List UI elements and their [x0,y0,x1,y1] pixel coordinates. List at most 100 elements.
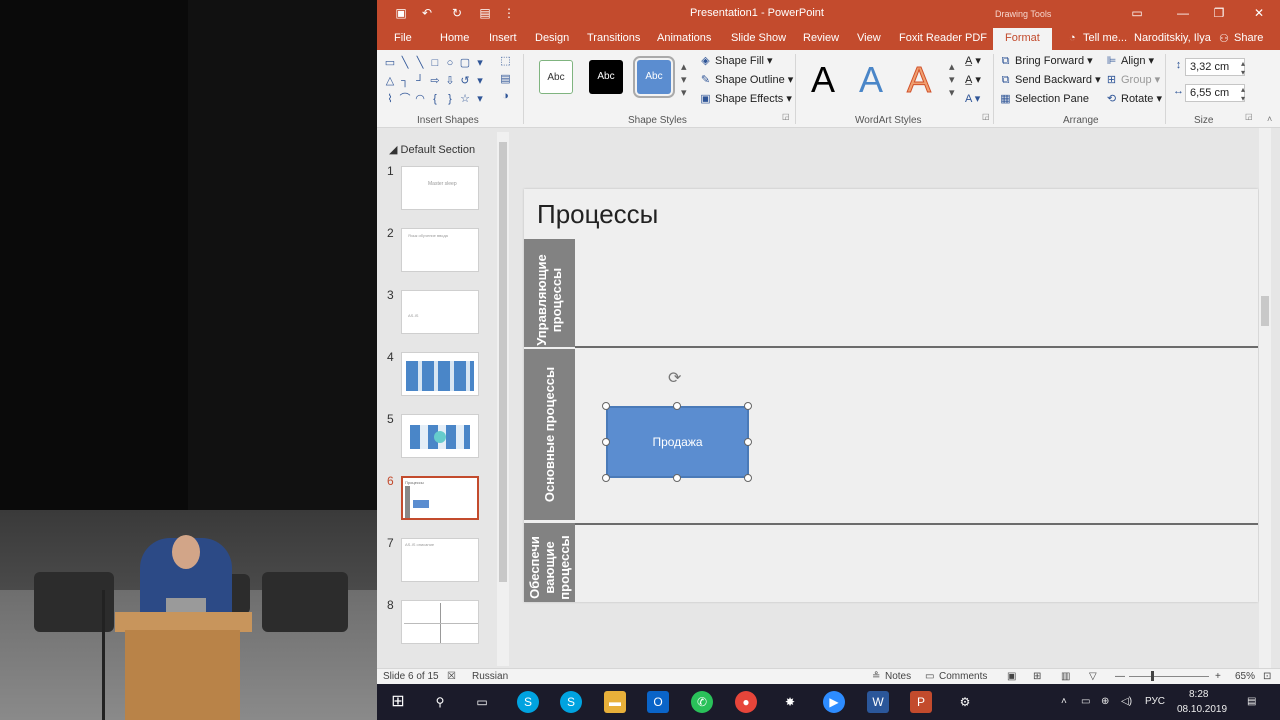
shape-height-input[interactable]: 3,32 cm [1185,58,1245,76]
collapse-ribbon-icon[interactable]: ˄ [1267,114,1272,124]
save-icon[interactable]: ▣ [393,5,409,21]
group-button[interactable]: ⊞ Group ▾ [1105,73,1160,86]
tab-animations[interactable]: Animations [657,32,711,44]
tab-review[interactable]: Review [803,32,839,44]
spinner-icon[interactable]: ▴ ▾ [1241,85,1245,103]
chrome-icon[interactable]: ● [735,691,757,713]
align-button[interactable]: ⊫ Align ▾ [1105,54,1154,67]
volume-icon[interactable]: ◁) [1121,696,1132,707]
task-view-icon[interactable]: ▭ [471,691,493,713]
wordart-sample-black[interactable]: A [811,60,835,100]
rounded-rect-icon[interactable]: ▢ [458,56,472,72]
comments-button[interactable]: Comments [939,671,987,682]
skype-business-icon[interactable]: S [560,691,582,713]
more-icon[interactable]: ▾ [473,56,487,72]
user-name[interactable]: Naroditskiy, Ilya [1134,32,1211,44]
maximize-button[interactable]: ❐ [1209,4,1229,22]
wordart-sample-blue[interactable]: A [859,60,883,100]
more-icon[interactable]: ▾ [473,92,487,108]
normal-view-icon[interactable]: ▣ [1007,671,1016,682]
rotate-handle-icon[interactable]: ⟳ [668,368,681,388]
present-icon[interactable]: ▤ [477,5,493,21]
slide-thumbnail-8[interactable] [401,600,479,644]
file-explorer-icon[interactable]: ▬ [604,691,626,713]
notifications-icon[interactable]: ▤ [1247,696,1256,707]
share-button[interactable]: Share [1234,32,1263,44]
oval-icon[interactable]: ○ [443,56,457,72]
word-icon[interactable]: W [867,691,889,713]
shape-effects-button[interactable]: ▣ Shape Effects ▾ [699,92,792,105]
dialog-launcher-icon[interactable]: ◲ [782,112,790,121]
arrow-right-icon[interactable]: ⇨ [428,74,442,90]
skype-icon[interactable]: S [517,691,539,713]
more-icon[interactable]: ▾ [473,74,487,90]
slide-thumbnail-7[interactable]: AS-IS описание [401,538,479,582]
merge-shapes-icon[interactable]: ◑ [499,90,515,102]
lane-header-core[interactable]: Основные процессы [524,349,575,520]
edit-shape-icon[interactable]: ⬚ [499,54,515,67]
slide-thumbnail-2[interactable]: Язык обучение ввода [401,228,479,272]
battery-icon[interactable]: ▭ [1081,696,1090,707]
text-fill-icon[interactable]: A̲ ▾ [965,54,981,67]
slide-thumbnail-6[interactable]: Процессы [401,476,479,520]
connector-icon[interactable]: ┘ [413,74,427,90]
fit-slide-icon[interactable]: ⊡ [1263,671,1271,682]
zoom-out-button[interactable]: — [1115,671,1125,682]
canvas-scrollbar[interactable] [1259,128,1271,668]
spinner-icon[interactable]: ▴ ▾ [1241,59,1245,77]
zoom-slider[interactable] [1129,676,1209,677]
slide-title[interactable]: Процессы [537,199,658,230]
resize-handle[interactable] [602,474,610,482]
minimize-button[interactable]: — [1173,4,1193,22]
curve-icon[interactable]: ⌒ [398,92,412,108]
shape-outline-button[interactable]: ✎ Shape Outline ▾ [699,73,793,86]
style-sample-blue[interactable]: Abc [633,56,675,98]
brace-left-icon[interactable]: { [428,92,442,108]
rotate-button[interactable]: ⟲ Rotate ▾ [1105,92,1162,105]
shape-width-input[interactable]: 6,55 cm [1185,84,1245,102]
freeform-icon[interactable]: ⌇ [383,92,397,108]
close-button[interactable]: ✕ [1249,4,1269,22]
scrollbar-thumb[interactable] [1261,296,1269,326]
spellcheck-icon[interactable]: ☒ [447,671,456,682]
tab-foxit[interactable]: Foxit Reader PDF [899,32,987,44]
whatsapp-icon[interactable]: ✆ [691,691,713,713]
network-icon[interactable]: ⊕ [1101,696,1109,707]
tab-file[interactable]: File [394,32,412,44]
thumbnails-scrollbar[interactable] [497,132,509,666]
dialog-launcher-icon[interactable]: ◲ [1245,112,1253,121]
keyboard-language[interactable]: РУС [1145,696,1165,707]
arrow-down-icon[interactable]: ⇩ [443,74,457,90]
reading-view-icon[interactable]: ▥ [1061,671,1070,682]
gallery-scroll-icon[interactable]: ▴ ▾ ▾ [681,60,687,99]
rectangle-icon[interactable]: ▭ [383,56,397,72]
brace-right-icon[interactable]: } [443,92,457,108]
shapes-gallery[interactable]: ▭ ╲ ╲ □ ○ ▢ ▾ △ ┐ ┘ ⇨ ⇩ ↺ ▾ ⌇ ⌒ ◠ { } ☆ [383,56,487,108]
selection-pane-button[interactable]: ▦ Selection Pane [999,92,1089,105]
tab-format[interactable]: Format [993,28,1052,50]
resize-handle[interactable] [673,402,681,410]
text-outline-icon[interactable]: A̲ ▾ [965,73,981,86]
resize-handle[interactable] [602,402,610,410]
text-box-icon[interactable]: ▤ [499,72,515,85]
zoom-slider-thumb[interactable] [1151,671,1154,681]
settings-icon[interactable]: ⚙ [954,691,976,713]
tray-arrow-icon[interactable]: ˄ [1061,696,1067,707]
line-icon[interactable]: ╲ [398,56,412,72]
customize-icon[interactable]: ⋮ [501,5,517,21]
ribbon-options-icon[interactable]: ▭ [1127,4,1147,22]
scrollbar-thumb[interactable] [499,142,507,582]
section-header[interactable]: ◢ Default Section [389,143,475,156]
arc-icon[interactable]: ◠ [413,92,427,108]
slide-thumbnail-5[interactable] [401,414,479,458]
resize-handle[interactable] [673,474,681,482]
gallery-scroll-icon[interactable]: ▴ ▾ ▾ [949,60,955,99]
outlook-icon[interactable]: O [647,691,669,713]
style-sample-light[interactable]: Abc [539,60,573,94]
lane-header-support[interactable]: Обеспечи вающие процессы [524,523,575,602]
tab-slide-show[interactable]: Slide Show [731,32,786,44]
star-icon[interactable]: ☆ [458,92,472,108]
line-icon[interactable]: ╲ [413,56,427,72]
slide-sorter-icon[interactable]: ⊞ [1033,671,1041,682]
resize-handle[interactable] [602,438,610,446]
